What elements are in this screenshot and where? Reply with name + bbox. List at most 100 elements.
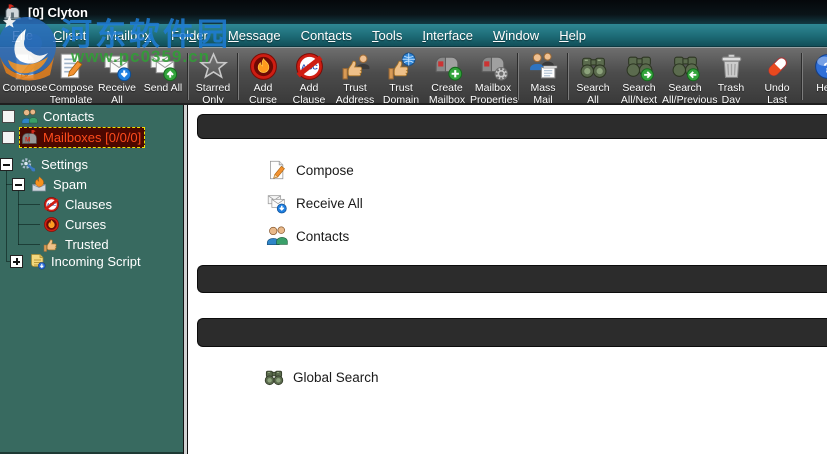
tree-item-settings[interactable]: Settings <box>0 155 92 174</box>
toolbar-button-compose-template[interactable]: Compose Template <box>48 51 94 105</box>
toolbar-button-label: Help <box>816 82 827 94</box>
script-icon <box>29 253 46 270</box>
link-contacts[interactable]: Contacts <box>266 224 349 248</box>
tree-item-mailboxes-0-0-0[interactable]: M Mailboxes [0/0/0] <box>2 127 146 148</box>
send-all-icon <box>148 51 179 82</box>
tree-item-body[interactable]: Contacts <box>19 106 98 127</box>
create-mailbox-icon <box>432 51 463 82</box>
menu-client[interactable]: Client <box>43 26 96 45</box>
toolbar-button-add-clause[interactable]: ABCAdd Clause <box>286 51 332 103</box>
tree-item-clauses[interactable]: ABC Clauses <box>41 195 116 214</box>
trust-address-icon <box>340 51 371 82</box>
menu-window[interactable]: Window <box>483 26 549 45</box>
toolbar-button-add-curse[interactable]: Add Curse <box>240 51 286 105</box>
tree-item-label: Mailboxes [0/0/0] <box>43 130 142 145</box>
link-label: Compose <box>296 162 354 178</box>
toolbar-button-label: Trust Address <box>335 82 375 105</box>
toolbar-button-label: Trust Domain <box>382 82 420 105</box>
tree-item-body[interactable]: ABC Clauses <box>41 194 116 215</box>
spam-icon <box>31 176 48 193</box>
menu-contacts[interactable]: Contacts <box>291 26 362 45</box>
tree-expand-toggle[interactable] <box>10 255 23 268</box>
toolbar-button-label: Mailbox Properties <box>470 82 518 105</box>
tree-item-contacts[interactable]: Contacts <box>2 107 98 126</box>
trust-domain-icon <box>386 51 417 82</box>
tree-item-body[interactable]: M Mailboxes [0/0/0] <box>19 127 146 148</box>
menu-interface[interactable]: Interface <box>412 26 483 45</box>
app-window: [0] Clyton File Client Mailbox Folder Messag… <box>0 0 827 454</box>
toolbar-button-label: Add Curse <box>248 82 277 105</box>
receive-all-icon <box>102 51 133 82</box>
tree-collapse-toggle[interactable] <box>0 158 13 171</box>
toolbar-button-create-mailbox[interactable]: Create Mailbox <box>424 51 470 103</box>
toolbar-button-mass-mail[interactable]: Mass Mail <box>520 51 566 103</box>
tree-item-label: Clauses <box>65 197 112 212</box>
compose-icon <box>10 51 41 82</box>
toolbar-button-label: Compose Template <box>48 82 94 105</box>
toolbar-button-label: Compose <box>2 82 48 94</box>
mass-mail-icon <box>528 51 559 82</box>
main-panel: Compose Receive All Contacts Global Search <box>188 105 827 454</box>
menu-file[interactable]: File <box>2 26 43 45</box>
trash-icon <box>716 51 747 82</box>
settings-icon <box>19 156 36 173</box>
tree-collapse-toggle[interactable] <box>12 178 25 191</box>
toolbar-button-starred-only[interactable]: Starred Only <box>190 51 236 105</box>
svg-text:?: ? <box>823 61 827 77</box>
link-receive-all[interactable]: Receive All <box>266 191 363 215</box>
toolbar-button-search-all-previous[interactable]: Search All/Previous <box>662 51 717 103</box>
toolbar-button-help[interactable]: ? Help <box>804 51 827 94</box>
curse-icon <box>43 216 60 233</box>
tree-item-body[interactable]: Spam <box>29 174 91 195</box>
toolbar-button-label: Starred Only <box>195 82 231 105</box>
toolbar-button-receive-all[interactable]: Receive All <box>94 51 140 103</box>
menu-help[interactable]: Help <box>549 26 596 45</box>
tree-item-body[interactable]: Settings <box>17 154 92 175</box>
toolbar-button-search-all[interactable]: Search All <box>570 51 616 103</box>
toolbar-button-undo-last-deletion[interactable]: Undo Last Deletion <box>754 51 800 105</box>
tree-item-label: Incoming Script <box>51 254 141 269</box>
link-compose[interactable]: Compose <box>266 158 354 182</box>
search-prev-icon <box>670 51 701 82</box>
section-header-bar[interactable] <box>197 318 827 347</box>
toolbar-button-compose[interactable]: Compose <box>2 51 48 94</box>
tree-item-label: Curses <box>65 217 107 232</box>
toolbar: Compose Compose Template Receive All Send A… <box>0 47 827 105</box>
toolbar-button-trust-domain[interactable]: Trust Domain <box>378 51 424 105</box>
compose-template-icon <box>56 51 87 82</box>
toolbar-separator <box>567 53 569 100</box>
curse-icon <box>248 51 279 82</box>
menu-tools[interactable]: Tools <box>362 26 412 45</box>
tree-item-label: Contacts <box>43 109 95 124</box>
clause-icon: ABC <box>294 51 325 82</box>
toolbar-button-search-all-next[interactable]: Search All/Next <box>616 51 662 103</box>
tree-item-label: Settings <box>41 157 88 172</box>
tree-checkbox[interactable] <box>2 131 15 144</box>
contacts-icon <box>266 225 288 247</box>
title-bar: [0] Clyton <box>0 0 827 24</box>
section-header-bar[interactable] <box>197 114 827 139</box>
link-global-search[interactable]: Global Search <box>263 365 379 389</box>
toolbar-separator <box>517 53 519 100</box>
tree-item-spam[interactable]: Spam <box>12 175 91 194</box>
toolbar-button-mailbox-properties[interactable]: Mailbox Properties <box>470 51 518 105</box>
toolbar-button-trust-address[interactable]: Trust Address <box>332 51 378 105</box>
tree-item-body[interactable]: Curses <box>41 214 110 235</box>
menu-message[interactable]: Message <box>218 26 291 45</box>
window-title: [0] Clyton <box>28 4 88 20</box>
toolbar-button-label: Undo Last Deletion <box>764 82 790 105</box>
menu-folder[interactable]: Folder <box>161 26 218 45</box>
tree-item-body[interactable]: Incoming Script <box>27 251 145 272</box>
link-label: Global Search <box>293 369 379 385</box>
toolbar-separator <box>187 53 189 100</box>
content-area: Contacts M Mailboxes [0/0/0] Settings Spam AB… <box>0 105 827 454</box>
tree-item-curses[interactable]: Curses <box>41 215 110 234</box>
link-label: Receive All <box>296 195 363 211</box>
mailbox-icon: M <box>21 129 38 146</box>
toolbar-button-trash-day[interactable]: Trash Day <box>708 51 754 103</box>
section-header-bar[interactable] <box>197 265 827 293</box>
tree-item-incoming-script[interactable]: Incoming Script <box>10 252 145 271</box>
tree-checkbox[interactable] <box>2 110 15 123</box>
toolbar-button-send-all[interactable]: Send All <box>140 51 186 94</box>
menu-mailbox[interactable]: Mailbox <box>96 26 161 45</box>
